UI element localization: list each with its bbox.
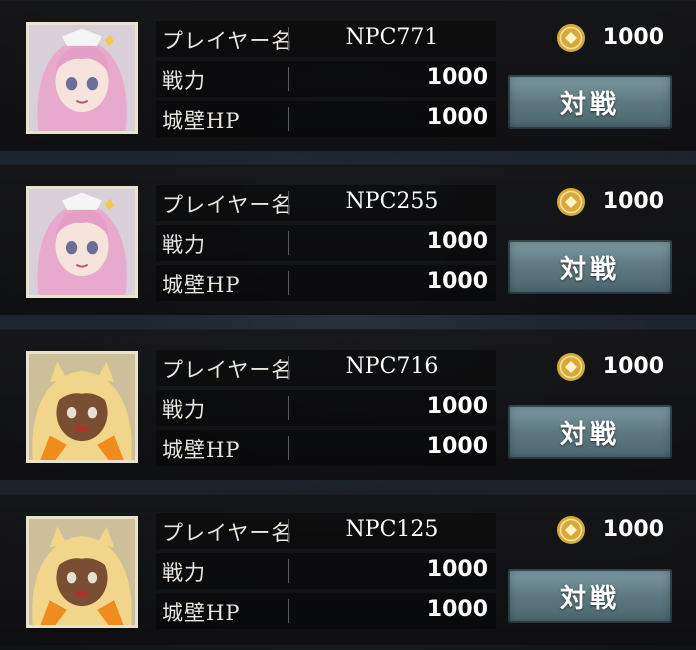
player-name-value: NPC771 [345,25,439,50]
blonde-cat-girl-avatar [26,351,138,463]
wall-hp-value: 1000 [426,105,488,130]
gold-coin-icon [556,187,586,217]
battle-button[interactable]: 対戦 [508,569,672,623]
wall-hp-label: 城壁HP [162,438,241,462]
divider [288,396,289,420]
opponent-card: プレイヤー名 NPC716 戦力 1000 城壁HP 1000 1000 対戦 [0,329,696,480]
power-value: 1000 [426,65,488,90]
player-name-row: プレイヤー名 NPC125 [156,513,496,549]
opponent-card: プレイヤー名 NPC771 戦力 1000 城壁HP 1000 1000 対戦 [0,0,696,151]
wall-hp-row: 城壁HP 1000 [156,430,496,466]
wall-hp-row: 城壁HP 1000 [156,593,496,629]
player-name-value: NPC255 [345,189,439,214]
player-name-label: プレイヤー名 [162,29,294,53]
power-value: 1000 [426,394,488,419]
divider [288,599,289,623]
gold-coin-icon [556,352,586,382]
power-row: 戦力 1000 [156,225,496,261]
power-label: 戦力 [162,69,206,93]
wall-hp-row: 城壁HP 1000 [156,101,496,137]
divider [288,271,289,295]
wall-hp-value: 1000 [426,269,488,294]
divider [288,559,289,583]
player-name-label: プレイヤー名 [162,358,294,382]
player-name-value: NPC125 [345,517,439,542]
battle-button[interactable]: 対戦 [508,75,672,129]
opponent-card: プレイヤー名 NPC125 戦力 1000 城壁HP 1000 1000 対戦 [0,494,696,645]
gold-coin-icon [556,23,586,53]
power-label: 戦力 [162,398,206,422]
divider [288,107,289,131]
power-label: 戦力 [162,233,206,257]
power-value: 1000 [426,229,488,254]
divider [288,67,289,91]
wall-hp-row: 城壁HP 1000 [156,265,496,301]
battle-button[interactable]: 対戦 [508,405,672,459]
player-name-value: NPC716 [345,354,439,379]
battle-button[interactable]: 対戦 [508,240,672,294]
player-name-label: プレイヤー名 [162,193,294,217]
opponent-card: プレイヤー名 NPC255 戦力 1000 城壁HP 1000 1000 対戦 [0,164,696,315]
wall-hp-value: 1000 [426,434,488,459]
blonde-cat-girl-avatar [26,516,138,628]
player-name-row: プレイヤー名 NPC255 [156,185,496,221]
divider [288,436,289,460]
coin-amount: 1000 [602,354,664,379]
pink-hair-girl-avatar [26,22,138,134]
player-name-row: プレイヤー名 NPC716 [156,350,496,386]
coin-amount: 1000 [602,517,664,542]
power-value: 1000 [426,557,488,582]
pink-hair-girl-avatar [26,186,138,298]
coin-amount: 1000 [602,189,664,214]
power-row: 戦力 1000 [156,61,496,97]
wall-hp-label: 城壁HP [162,601,241,625]
wall-hp-label: 城壁HP [162,109,241,133]
divider [288,231,289,255]
power-label: 戦力 [162,561,206,585]
power-row: 戦力 1000 [156,390,496,426]
power-row: 戦力 1000 [156,553,496,589]
coin-amount: 1000 [602,25,664,50]
gold-coin-icon [556,515,586,545]
player-name-label: プレイヤー名 [162,521,294,545]
wall-hp-label: 城壁HP [162,273,241,297]
player-name-row: プレイヤー名 NPC771 [156,21,496,57]
wall-hp-value: 1000 [426,597,488,622]
